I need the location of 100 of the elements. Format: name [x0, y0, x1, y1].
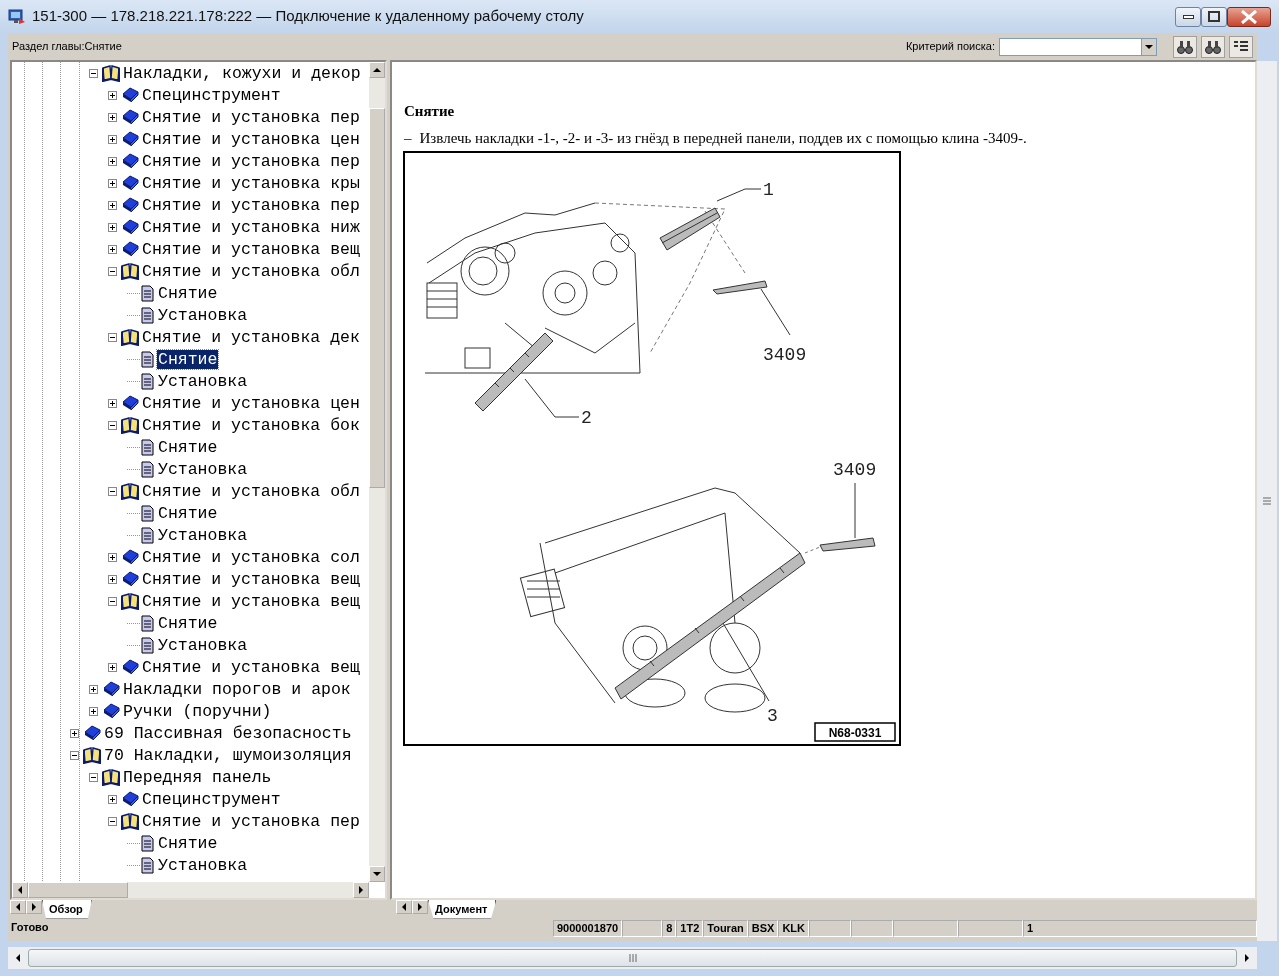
tree-item[interactable]: Снятие и установка цен: [141, 393, 361, 413]
scroll-down-button[interactable]: [369, 866, 385, 882]
tree-item[interactable]: Снятие и установка вещ: [141, 657, 361, 677]
page-icon: [140, 614, 155, 632]
tree-item[interactable]: Снятие и установка обл: [141, 481, 361, 501]
collapse-icon[interactable]: [89, 772, 98, 782]
expand-icon[interactable]: [108, 90, 117, 100]
find-next-button[interactable]: [1201, 35, 1225, 58]
tree-item[interactable]: Снятие и установка вещ: [141, 569, 361, 589]
collapse-icon[interactable]: [108, 266, 117, 276]
vertical-scrollbar[interactable]: [1257, 61, 1277, 941]
expand-icon[interactable]: [108, 200, 117, 210]
expand-icon[interactable]: [108, 662, 117, 672]
tree-item[interactable]: Установка: [157, 635, 249, 655]
tree-item[interactable]: Снятие и установка вещ: [141, 239, 361, 259]
horizontal-scrollbar[interactable]: [12, 882, 369, 898]
tab-scroll-right-button[interactable]: [412, 900, 428, 914]
expand-icon[interactable]: [108, 112, 117, 122]
collapse-icon[interactable]: [108, 816, 117, 826]
expand-icon[interactable]: [108, 794, 117, 804]
expand-icon[interactable]: [70, 728, 79, 738]
collapse-icon[interactable]: [108, 332, 117, 342]
tree-item[interactable]: Передняя панель: [122, 767, 273, 787]
page-icon: [140, 350, 155, 368]
minimize-button[interactable]: [1175, 6, 1201, 27]
tree-item[interactable]: Снятие: [157, 503, 219, 523]
tree-item[interactable]: Снятие и установка бок: [141, 415, 361, 435]
expand-icon[interactable]: [108, 574, 117, 584]
expand-icon[interactable]: [108, 156, 117, 166]
tree-item[interactable]: Снятие и установка ниж: [141, 217, 361, 237]
vertical-scrollbar[interactable]: [369, 62, 385, 882]
tree-item[interactable]: Снятие и установка сол: [141, 547, 361, 567]
scroll-left-button[interactable]: [12, 882, 28, 898]
book-icon: [121, 196, 139, 214]
scroll-up-button[interactable]: [369, 62, 385, 78]
expand-icon[interactable]: [108, 552, 117, 562]
maximize-icon: [1208, 11, 1220, 22]
tree-item[interactable]: Снятие: [157, 283, 219, 303]
status-field: 1T2: [676, 920, 704, 937]
tree-item[interactable]: 70 Накладки, шумоизоляция: [103, 745, 353, 765]
tree-item[interactable]: Снятие и установка кры: [141, 173, 361, 193]
expand-icon[interactable]: [89, 684, 98, 694]
tree-item[interactable]: Снятие и установка вещ: [141, 591, 361, 611]
book-icon: [121, 218, 139, 236]
expand-icon[interactable]: [108, 244, 117, 254]
tree-item[interactable]: Установка: [157, 459, 249, 479]
tab-scroll-left-button[interactable]: [10, 900, 26, 914]
tree-item[interactable]: Установка: [157, 525, 249, 545]
tab-scroll-left-button[interactable]: [396, 900, 412, 914]
tree-item[interactable]: Установка: [157, 305, 249, 325]
leftoverview-tab[interactable]: Обзор: [42, 900, 92, 919]
page-icon: [140, 306, 155, 324]
find-button[interactable]: [1173, 35, 1197, 58]
tree-item[interactable]: Снятие и установка обл: [141, 261, 361, 281]
tree-item[interactable]: Снятие: [157, 833, 219, 853]
tab-scroll-right-button[interactable]: [26, 900, 42, 914]
tree-item[interactable]: Снятие: [157, 613, 219, 633]
scroll-thumb[interactable]: [28, 949, 1237, 967]
tree-item[interactable]: Установка: [157, 371, 249, 391]
tree-item[interactable]: Установка: [157, 855, 249, 875]
tree-item[interactable]: Снятие и установка дек: [141, 327, 361, 347]
close-button[interactable]: [1227, 6, 1271, 27]
collapse-icon[interactable]: [108, 486, 117, 496]
expand-icon[interactable]: [108, 178, 117, 188]
expand-icon[interactable]: [108, 398, 117, 408]
tree-item[interactable]: Снятие: [157, 349, 219, 369]
tree-item[interactable]: Ручки (поручни): [122, 701, 273, 721]
collapse-icon[interactable]: [89, 68, 98, 78]
collapse-icon[interactable]: [108, 420, 117, 430]
tree-item[interactable]: Снятие и установка пер: [141, 151, 361, 171]
scroll-right-button[interactable]: [353, 882, 369, 898]
page-icon: [140, 526, 155, 544]
collapse-icon[interactable]: [108, 596, 117, 606]
rightdocument-tab[interactable]: Документ: [428, 900, 497, 919]
tree-item[interactable]: Снятие и установка пер: [141, 195, 361, 215]
open-book-icon: [121, 592, 139, 610]
tree-item[interactable]: Снятие и установка пер: [141, 811, 361, 831]
callout-label: 1: [763, 180, 774, 200]
list-button[interactable]: [1229, 35, 1253, 58]
tree-item[interactable]: 69 Пассивная безопасность: [103, 723, 353, 743]
drawing-number: N68-0331: [814, 722, 896, 742]
tree-item[interactable]: Снятие: [157, 437, 219, 457]
tree-item[interactable]: Накладки, кожухи и декор: [122, 63, 362, 83]
book-icon: [121, 548, 139, 566]
search-criteria-dropdown[interactable]: [999, 37, 1157, 56]
book-icon: [121, 152, 139, 170]
page-icon: [140, 856, 155, 874]
status-field: [958, 920, 1023, 937]
tree-item[interactable]: Специнструмент: [141, 85, 282, 105]
status-field: [893, 920, 958, 937]
tree-item[interactable]: Снятие и установка пер: [141, 107, 361, 127]
horizontal-scrollbar[interactable]: [8, 947, 1257, 969]
expand-icon[interactable]: [108, 134, 117, 144]
collapse-icon[interactable]: [70, 750, 79, 760]
expand-icon[interactable]: [108, 222, 117, 232]
expand-icon[interactable]: [89, 706, 98, 716]
tree-item[interactable]: Снятие и установка цен: [141, 129, 361, 149]
tree-item[interactable]: Накладки порогов и арок: [122, 679, 352, 699]
maximize-button[interactable]: [1201, 6, 1227, 27]
tree-item[interactable]: Специнструмент: [141, 789, 282, 809]
